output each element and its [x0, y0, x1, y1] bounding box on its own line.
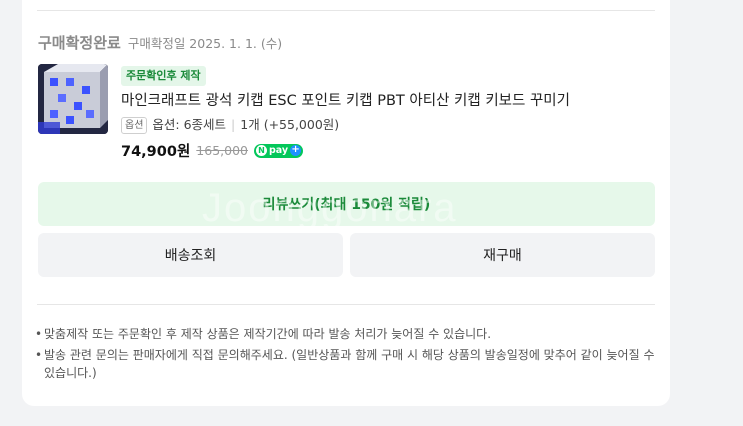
reorder-button[interactable]: 재구매: [350, 233, 655, 277]
action-button-row: 배송조회 재구매: [38, 233, 655, 277]
product-option-row: 옵션 옵션: 6종세트 | 1개 (+55,000원): [121, 116, 661, 134]
price-row: 74,900원 165,000 N pay +: [121, 140, 661, 161]
product-name-link[interactable]: 마인크래프트 광석 키캡 ESC 포인트 키캡 PBT 아티산 키캡 키보드 꾸…: [121, 91, 661, 111]
sale-price: 74,900원: [121, 144, 191, 160]
npay-label: pay: [269, 145, 289, 156]
option-chip: 옵션: [121, 116, 148, 134]
top-divider: [37, 10, 655, 11]
notice-item: 맞춤제작 또는 주문확인 후 제작 상품은 제작기간에 따라 발송 처리가 늦어…: [35, 325, 655, 343]
option-separator: |: [231, 117, 236, 132]
bottom-divider: [37, 304, 655, 305]
npay-badge: N pay +: [254, 143, 304, 158]
notice-list: 맞춤제작 또는 주문확인 후 제작 상품은 제작기간에 따라 발송 처리가 늦어…: [35, 325, 655, 385]
order-card: 구매확정완료 구매확정일 2025. 1. 1. (수) 주문확인후 제작 마인…: [22, 0, 670, 406]
notice-item: 발송 관련 문의는 판매자에게 직접 문의해주세요. (일반상품과 함께 구매 …: [35, 346, 655, 382]
made-to-order-tag: 주문확인후 제작: [121, 66, 206, 86]
track-shipping-button[interactable]: 배송조회: [38, 233, 343, 277]
product-info: 주문확인후 제작 마인크래프트 광석 키캡 ESC 포인트 키캡 PBT 아티산…: [121, 64, 661, 161]
original-price: 165,000: [196, 143, 248, 158]
write-review-button[interactable]: 리뷰쓰기(최대 150원 적립): [38, 182, 655, 226]
order-confirm-date: 구매확정일 2025. 1. 1. (수): [127, 36, 283, 51]
product-thumbnail[interactable]: [38, 64, 108, 134]
keycap-image: [38, 64, 108, 134]
npay-n-icon: N: [256, 145, 267, 156]
npay-plus-icon: +: [290, 144, 302, 156]
option-text: 옵션: 6종세트: [152, 117, 227, 132]
order-status-title: 구매확정완료: [38, 34, 121, 52]
order-status-row: 구매확정완료 구매확정일 2025. 1. 1. (수): [38, 32, 282, 53]
quantity-text: 1개 (+55,000원): [240, 117, 340, 132]
